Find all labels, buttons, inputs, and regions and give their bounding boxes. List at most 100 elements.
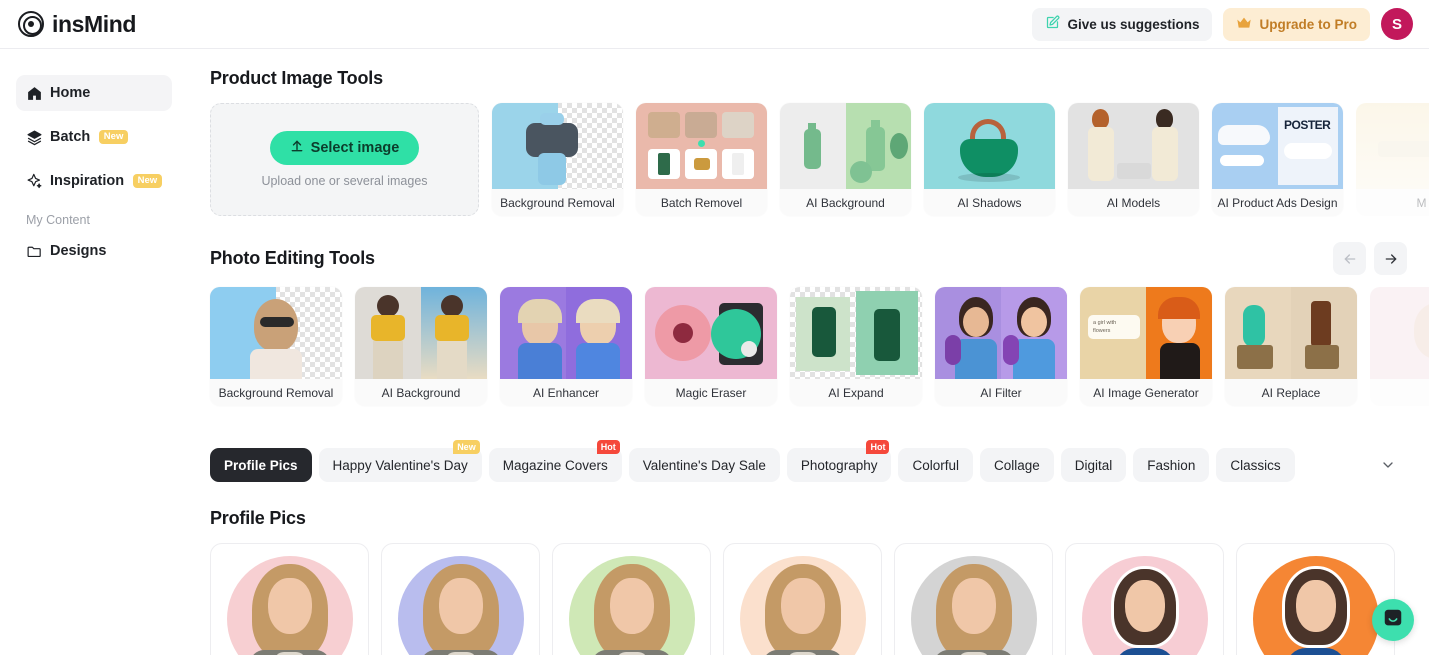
tool-thumb — [645, 287, 777, 379]
tool-card-photo-partial[interactable]: F — [1370, 287, 1429, 406]
chevron-down-icon[interactable] — [1375, 452, 1401, 478]
arrow-right-icon[interactable] — [1374, 242, 1407, 275]
tool-label: AI Background — [806, 195, 885, 210]
tool-label: AI Background — [381, 385, 461, 400]
tab-fashion[interactable]: Fashion — [1133, 448, 1210, 482]
profile-pic-card[interactable] — [1236, 543, 1395, 655]
tab-digital[interactable]: Digital — [1060, 448, 1127, 482]
tool-label: AI Filter — [980, 385, 1022, 400]
sidebar-item-label-batch: Batch — [50, 129, 91, 145]
tool-card-ai-expand[interactable]: AI Expand — [790, 287, 922, 406]
tab-badge-new: New — [453, 440, 480, 454]
tool-card-ai-filter[interactable]: AI Filter — [935, 287, 1067, 406]
tool-label: Background Removal — [500, 195, 615, 210]
product-tools-strip: Select image Upload one or several image… — [186, 89, 1429, 216]
tool-card-batch-removel[interactable]: Batch Removel — [636, 103, 767, 216]
photo-tools-strip: Background Removal AI Background AI Enha… — [186, 275, 1429, 406]
tool-card-ai-enhancer[interactable]: AI Enhancer — [500, 287, 632, 406]
give-us-suggestions-label: Give us suggestions — [1067, 16, 1200, 32]
chat-support-button[interactable] — [1372, 599, 1414, 641]
tool-card-photo-background-removal[interactable]: Background Removal — [210, 287, 342, 406]
profile-pics-grid — [186, 529, 1429, 655]
sidebar-item-home[interactable]: Home — [16, 75, 172, 111]
avatar-illustration — [1099, 564, 1191, 655]
upload-arrow-icon — [290, 139, 304, 157]
tool-thumb — [1225, 287, 1357, 379]
profile-pic-card[interactable] — [723, 543, 882, 655]
avatar-illustration — [1270, 564, 1362, 655]
profile-pic-card[interactable] — [210, 543, 369, 655]
tab-colorful[interactable]: Colorful — [898, 448, 973, 482]
tab-label: Profile Pics — [224, 457, 298, 473]
tab-label: Colorful — [912, 457, 959, 473]
layers-icon — [26, 129, 43, 146]
profile-pic-card[interactable] — [1065, 543, 1224, 655]
tool-card-ai-image-generator[interactable]: a girl with flowers AI Image Generator — [1080, 287, 1212, 406]
tool-label: AI Models — [1106, 195, 1161, 210]
folder-icon — [26, 243, 43, 260]
tool-card-ai-shadows[interactable]: AI Shadows — [924, 103, 1055, 216]
tool-label: AI Product Ads Design — [1217, 195, 1338, 210]
upload-hint: Upload one or several images — [261, 174, 428, 188]
generator-prompt-text: a girl with flowers — [1088, 315, 1140, 339]
tab-collage[interactable]: Collage — [980, 448, 1054, 482]
category-tabs: Profile Pics Happy Valentine's Day New M… — [186, 406, 1429, 482]
tool-card-background-removal[interactable]: Background Removal — [492, 103, 623, 216]
tab-label: Valentine's Day Sale — [642, 457, 766, 473]
tool-card-ai-background[interactable]: AI Background — [780, 103, 911, 216]
sidebar-badge-batch: New — [99, 129, 128, 145]
tab-label: Classics — [1230, 457, 1281, 473]
tab-label: Happy Valentine's Day — [332, 457, 468, 473]
sidebar-item-inspiration[interactable]: Inspiration New — [16, 163, 172, 199]
sparkle-icon — [26, 173, 43, 190]
gallery-title: Profile Pics — [210, 508, 306, 528]
tool-card-ai-models[interactable]: AI Models — [1068, 103, 1199, 216]
give-us-suggestions-button[interactable]: Give us suggestions — [1032, 7, 1213, 41]
tool-label: M — [1416, 195, 1427, 210]
upgrade-to-pro-button[interactable]: Upgrade to Pro — [1223, 7, 1370, 41]
tab-badge-hot: Hot — [596, 440, 620, 454]
tool-label: AI Image Generator — [1093, 385, 1199, 400]
product-tools-title: Product Image Tools — [210, 68, 383, 88]
crown-icon — [1236, 16, 1252, 33]
avatar[interactable]: S — [1381, 8, 1413, 40]
tool-label: Magic Eraser — [675, 385, 747, 400]
tool-card-photo-ai-background[interactable]: AI Background — [355, 287, 487, 406]
tab-valentines-day-sale[interactable]: Valentine's Day Sale — [628, 448, 780, 482]
brand-name: insMind — [52, 10, 137, 37]
avatar-illustration — [928, 564, 1020, 655]
tool-thumb: POSTER — [1212, 103, 1343, 189]
tool-card-partial[interactable]: M — [1356, 103, 1429, 216]
arrow-left-icon[interactable] — [1333, 242, 1366, 275]
sidebar-item-designs[interactable]: Designs — [16, 233, 172, 269]
sidebar: Home Batch New Inspiration New My Conten… — [0, 49, 186, 655]
profile-pic-card[interactable] — [894, 543, 1053, 655]
main-content: Product Image Tools Select image Upload … — [186, 49, 1429, 655]
profile-pic-card[interactable] — [381, 543, 540, 655]
tool-thumb — [355, 287, 487, 379]
tool-thumb — [210, 287, 342, 379]
tab-happy-valentines-day[interactable]: Happy Valentine's Day New — [318, 440, 482, 482]
avatar-illustration — [415, 564, 507, 655]
tool-label: Batch Removel — [660, 195, 743, 210]
select-image-button[interactable]: Select image — [269, 131, 420, 165]
profile-pic-card[interactable] — [552, 543, 711, 655]
tool-thumb — [500, 287, 632, 379]
tab-magazine-covers[interactable]: Magazine Covers Hot — [488, 440, 622, 482]
tab-profile-pics[interactable]: Profile Pics — [210, 448, 312, 482]
avatar-illustration — [757, 564, 849, 655]
tool-thumb — [636, 103, 767, 189]
house-icon — [26, 85, 43, 102]
brand-logo[interactable]: insMind — [18, 11, 136, 38]
tab-label: Digital — [1074, 457, 1113, 473]
photo-tools-title: Photo Editing Tools — [210, 248, 375, 268]
tool-card-ai-replace[interactable]: AI Replace — [1225, 287, 1357, 406]
upload-dropzone[interactable]: Select image Upload one or several image… — [210, 103, 479, 216]
tool-card-ai-product-ads-design[interactable]: POSTER AI Product Ads Design — [1212, 103, 1343, 216]
tab-classics[interactable]: Classics — [1216, 448, 1295, 482]
tool-card-magic-eraser[interactable]: Magic Eraser — [645, 287, 777, 406]
tab-photography[interactable]: Photography Hot — [786, 440, 892, 482]
target-spiral-icon — [18, 11, 44, 37]
sidebar-item-batch[interactable]: Batch New — [16, 119, 172, 155]
tab-badge-hot: Hot — [866, 440, 890, 454]
